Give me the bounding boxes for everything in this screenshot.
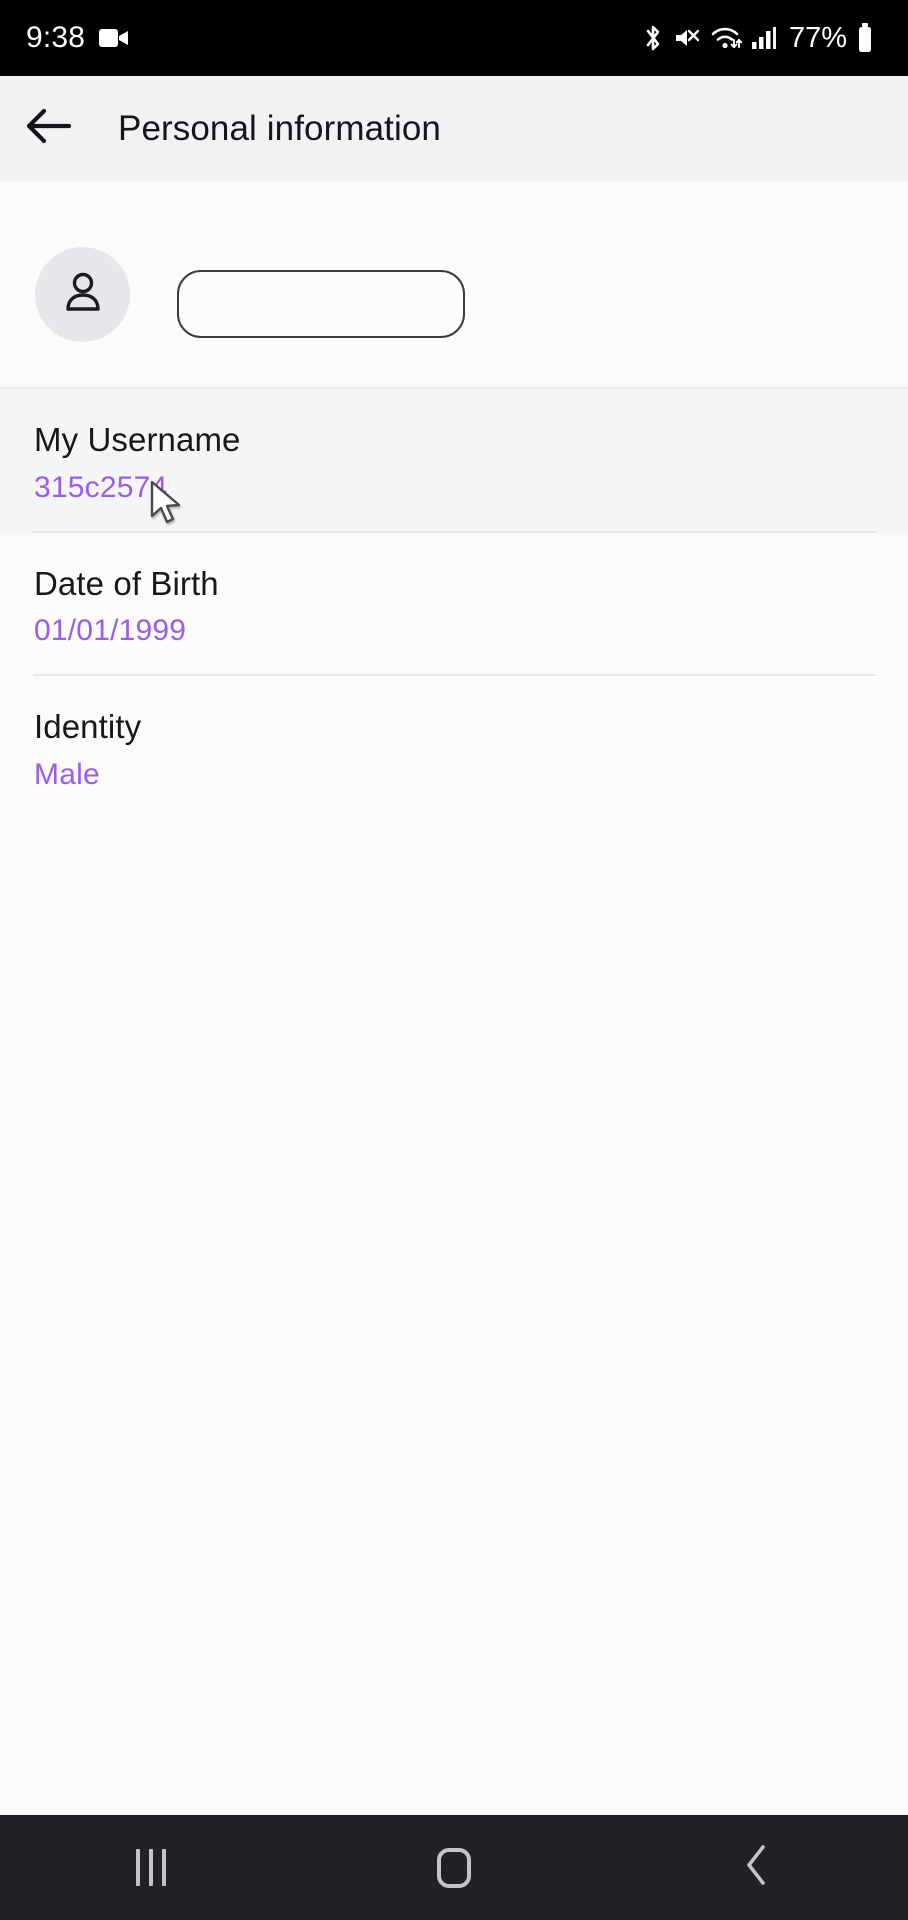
status-bar-clock: 9:38 <box>26 21 86 54</box>
list-item-my-username[interactable]: My Username 315c2574 <box>0 389 908 533</box>
system-navigation-bar <box>0 1815 908 1920</box>
recents-button[interactable] <box>81 1815 221 1920</box>
row-value: Male <box>34 757 100 791</box>
home-button[interactable] <box>384 1815 524 1920</box>
page-title: Personal information <box>118 108 441 148</box>
personal-info-list: My Username 315c2574 Date of Birth 01/01… <box>0 389 908 820</box>
wifi-icon <box>710 24 742 52</box>
battery-percent-label: 77% <box>788 21 847 54</box>
row-label: My Username <box>34 421 241 458</box>
status-bar-right: 77% <box>642 23 882 53</box>
person-icon <box>61 269 105 320</box>
cellular-signal-icon <box>751 25 777 51</box>
row-value: 01/01/1999 <box>34 614 187 648</box>
display-name-input[interactable] <box>177 270 465 338</box>
volume-mute-icon <box>673 24 701 52</box>
home-icon <box>436 1847 471 1888</box>
battery-icon <box>856 23 874 53</box>
row-value: 315c2574 <box>34 470 168 504</box>
row-label: Date of Birth <box>34 564 219 602</box>
status-bar-left: 9:38 <box>26 23 129 53</box>
back-button[interactable] <box>0 76 96 181</box>
back-chevron-icon <box>744 1844 770 1891</box>
avatar[interactable] <box>35 247 130 342</box>
arrow-left-icon <box>25 107 72 150</box>
bluetooth-icon <box>642 23 664 53</box>
system-back-button[interactable] <box>687 1815 827 1920</box>
list-item-date-of-birth[interactable]: Date of Birth 01/01/1999 <box>0 532 908 677</box>
row-label: Identity <box>34 708 142 746</box>
recents-icon <box>136 1849 167 1886</box>
video-recording-icon <box>99 27 129 49</box>
list-item-identity[interactable]: Identity Male <box>0 676 908 820</box>
phone-screen: 9:38 77% Personal information My Usernam… <box>0 0 908 1920</box>
status-bar: 9:38 77% <box>0 0 908 76</box>
app-header: Personal information <box>0 76 908 181</box>
